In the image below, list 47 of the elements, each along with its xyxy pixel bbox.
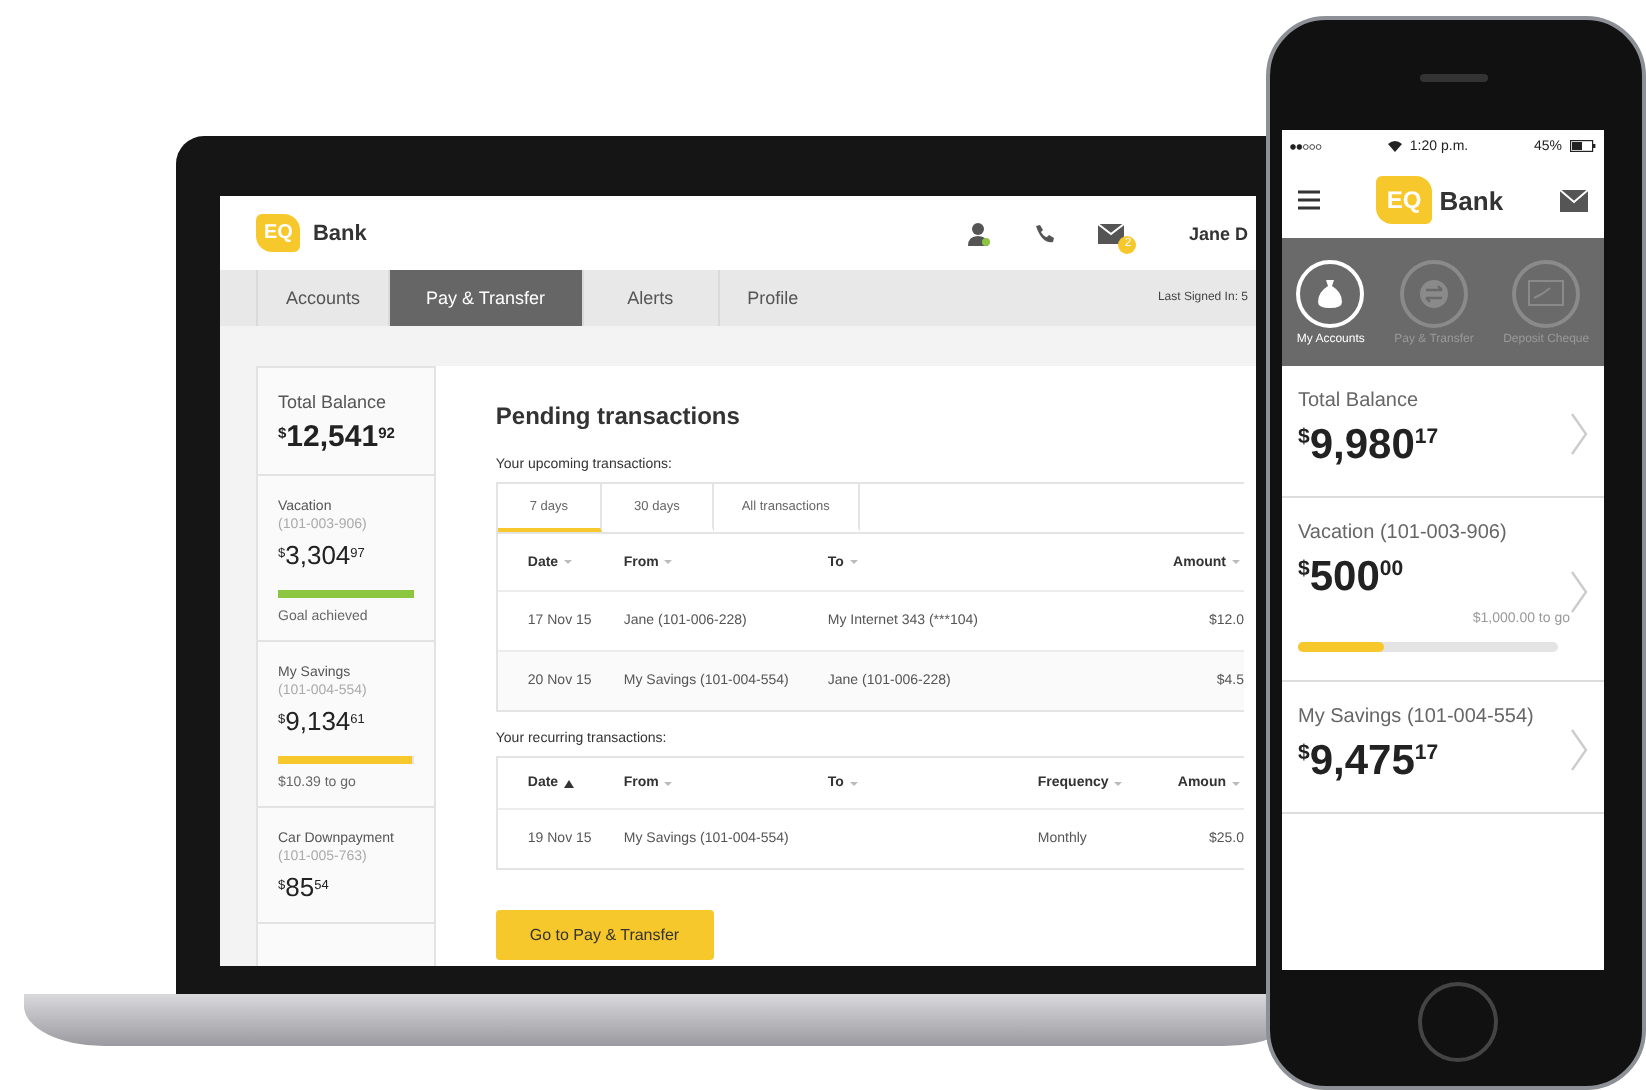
cheque-icon xyxy=(1528,280,1565,306)
sort-caret-icon[interactable] xyxy=(849,560,858,564)
menu-icon[interactable] xyxy=(1298,190,1320,210)
envelope-icon[interactable] xyxy=(1098,223,1125,243)
signal-dots-icon xyxy=(1290,143,1322,149)
balance-amount: $^{$}$12,541$^{92}$ xyxy=(278,420,397,454)
wifi-icon xyxy=(1387,140,1402,152)
chevron-right-icon[interactable] xyxy=(1570,727,1588,771)
sort-caret-icon[interactable] xyxy=(1114,781,1123,785)
sort-caret-icon[interactable] xyxy=(1232,560,1240,564)
account-card[interactable]: My Savings (101-004-554) $^{$}$9,475$^{17}$ xyxy=(1282,682,1604,814)
balance-amount: $^{$}$500$^{00}$ xyxy=(1298,554,1406,602)
sort-caret-icon[interactable] xyxy=(664,560,673,564)
account-name: Total Balance xyxy=(1298,390,1421,412)
battery-icon xyxy=(1570,140,1597,152)
account-name: Vacation (101-003-906) xyxy=(1298,522,1509,544)
chevron-right-icon[interactable] xyxy=(1570,569,1588,613)
money-bag-icon xyxy=(1316,277,1345,309)
user-icon[interactable] xyxy=(968,221,991,245)
nav-tab[interactable]: Pay & Transfer xyxy=(388,270,582,326)
speaker-slot xyxy=(1420,74,1488,82)
pay-transfer-button[interactable]: Go to Pay & Transfer xyxy=(495,910,714,960)
nav-tab[interactable]: Alerts xyxy=(581,270,718,326)
balance-amount: $^{$}$3,304$^{97}$ xyxy=(278,540,367,570)
sort-caret-icon[interactable] xyxy=(1232,781,1240,785)
account-card[interactable]: Total Balance $^{$}$9,980$^{17}$ xyxy=(1282,366,1604,498)
account-name: My Savings (101-004-554) xyxy=(1298,706,1536,728)
nav-tab[interactable]: Profile xyxy=(717,270,827,326)
sort-up-icon[interactable] xyxy=(564,779,575,787)
transfer-arrows-icon xyxy=(1417,277,1450,309)
balance-card[interactable]: Total Balance $^{$}$12,541$^{92}$ xyxy=(258,368,434,476)
balance-amount: $^{$}$9,475$^{17}$ xyxy=(1298,738,1441,786)
chevron-right-icon[interactable] xyxy=(1570,411,1588,455)
sort-caret-icon[interactable] xyxy=(849,781,858,785)
balance-amount: $^{$}$9,980$^{17}$ xyxy=(1298,422,1441,470)
envelope-icon[interactable] xyxy=(1559,189,1588,211)
page-title: Pending transactions xyxy=(495,402,742,430)
phone-icon[interactable] xyxy=(1034,223,1055,243)
balance-amount: $^{$}$9,134$^{61}$ xyxy=(278,706,367,736)
home-button[interactable] xyxy=(1418,982,1498,1062)
balance-amount: $^{$}$85$^{54}$ xyxy=(278,872,331,902)
logo-text[interactable]: Bank xyxy=(1439,185,1504,215)
sort-caret-icon[interactable] xyxy=(664,781,673,785)
logo-text[interactable]: Bank xyxy=(312,221,367,245)
sort-caret-icon[interactable] xyxy=(564,560,573,564)
balance-label: Total Balance xyxy=(278,392,389,412)
user-name[interactable]: Jane D xyxy=(1188,223,1248,243)
